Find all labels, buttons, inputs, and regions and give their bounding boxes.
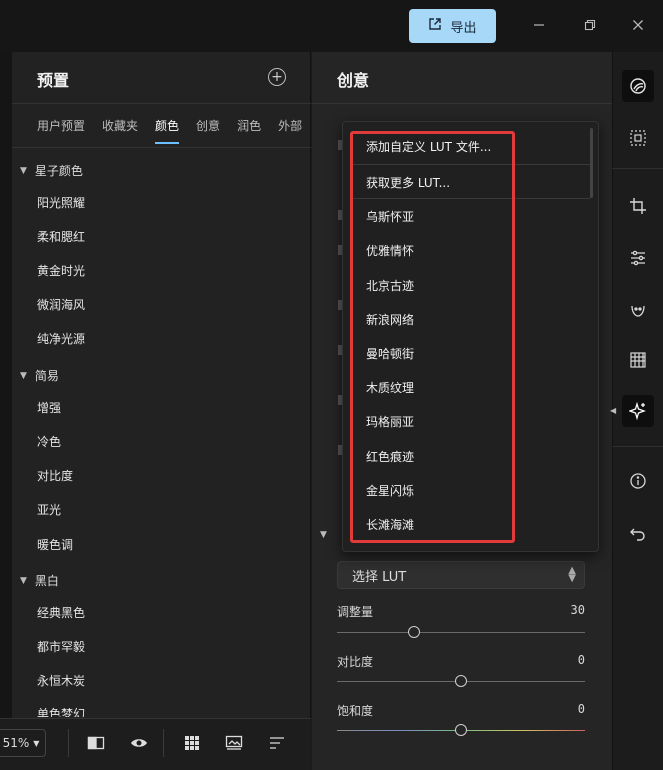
divider (12, 147, 311, 148)
amount-slider-knob[interactable] (407, 626, 420, 638)
amount-slider-track[interactable] (337, 632, 585, 633)
active-tool-marker: ◀ (610, 406, 617, 415)
zoom-value: 51% (2, 736, 30, 750)
tab-creative[interactable]: 创意 (196, 117, 220, 144)
edit-panel-title: 创意 (337, 71, 370, 90)
preset-item[interactable]: 冷色 (37, 433, 61, 450)
divider (612, 168, 663, 169)
preset-group-header[interactable]: ▼ 星子颜色 (20, 162, 83, 179)
add-preset-icon[interactable]: + (268, 68, 286, 86)
lut-select[interactable]: 选择 LUT ▲ ▼ (337, 561, 585, 589)
bottom-toolbar (0, 718, 311, 770)
adjust-sliders-icon[interactable] (622, 242, 654, 274)
divider (163, 729, 164, 757)
group-label: 简易 (34, 369, 59, 383)
export-label: 导出 (450, 20, 477, 36)
contrast-label: 对比度 (337, 655, 374, 669)
amount-label: 调整量 (337, 605, 374, 619)
preset-group-header[interactable]: ▼ 简易 (20, 367, 59, 384)
undo-icon[interactable] (622, 518, 654, 550)
contrast-slider-knob[interactable] (455, 675, 467, 687)
compare-icon[interactable] (87, 734, 105, 752)
preset-item[interactable]: 阳光照耀 (37, 194, 85, 211)
highlight-annotation-box (350, 131, 515, 543)
preset-item[interactable]: 增强 (37, 399, 61, 416)
caret-down-icon: ▼ (20, 370, 27, 381)
caret-down-icon: ▼ (20, 165, 27, 176)
minimize-icon[interactable] (530, 16, 548, 34)
export-button[interactable]: 导出 (409, 9, 496, 43)
preset-tabs: 用户预置 收藏夹 颜色 创意 润色 外部 (37, 117, 311, 144)
tab-external[interactable]: 外部 (278, 117, 302, 144)
preset-item[interactable]: 亚光 (37, 501, 61, 518)
zoom-dropdown[interactable]: 51% ▼ (0, 729, 46, 757)
preset-item[interactable]: 经典黑色 (37, 604, 85, 621)
crop-icon[interactable] (622, 190, 654, 222)
export-icon (428, 17, 442, 35)
auto-adjust-icon[interactable] (622, 122, 654, 154)
divider (312, 103, 612, 104)
grid-icon[interactable] (183, 734, 201, 752)
amount-value[interactable]: 30 (555, 603, 585, 617)
saturation-slider-knob[interactable] (455, 724, 467, 736)
group-label: 黑白 (34, 574, 59, 588)
filmstrip-icon[interactable] (225, 734, 243, 752)
close-icon[interactable] (629, 16, 647, 34)
preset-item[interactable]: 黄金时光 (37, 262, 85, 279)
sort-icon[interactable] (268, 734, 286, 752)
preset-item[interactable]: 都市罕毅 (37, 638, 85, 655)
retouch-icon[interactable] (622, 294, 654, 326)
chevron-updown-icon: ▲ ▼ (568, 565, 576, 584)
canvas-edge (0, 52, 12, 718)
creative-sparkle-icon[interactable] (622, 395, 654, 427)
texture-icon[interactable] (622, 344, 654, 376)
presets-tool-icon[interactable] (622, 70, 654, 102)
tab-color[interactable]: 颜色 (155, 117, 180, 144)
divider (612, 446, 663, 447)
contrast-value[interactable]: 0 (555, 653, 585, 667)
divider (12, 103, 311, 104)
tab-user-presets[interactable]: 用户预置 (37, 117, 85, 144)
chevron-down-icon: ▼ (33, 738, 40, 748)
dropdown-scrollbar[interactable] (590, 128, 593, 198)
preset-item[interactable]: 纯净光源 (37, 330, 85, 347)
caret-down-icon: ▼ (20, 575, 27, 586)
preset-item[interactable]: 柔和腮红 (37, 228, 85, 245)
caret-down-icon[interactable]: ▼ (320, 530, 327, 540)
tab-retouch[interactable]: 润色 (237, 117, 261, 144)
tab-favorites[interactable]: 收藏夹 (102, 117, 138, 144)
group-label: 星子颜色 (34, 164, 83, 178)
divider (68, 729, 69, 757)
preset-group-header[interactable]: ▼ 黑白 (20, 572, 59, 589)
restore-icon[interactable] (581, 16, 599, 34)
preset-item[interactable]: 暖色调 (37, 536, 73, 553)
preset-item[interactable]: 单色梦幻 (37, 705, 85, 717)
saturation-label: 饱和度 (337, 704, 374, 718)
eye-icon[interactable] (130, 734, 148, 752)
lut-select-label: 选择 LUT (352, 569, 407, 585)
presets-title: 预置 (37, 71, 70, 90)
title-bar (0, 0, 663, 52)
info-icon[interactable] (622, 465, 654, 497)
preset-item[interactable]: 对比度 (37, 467, 73, 484)
saturation-value[interactable]: 0 (555, 702, 585, 716)
preset-item[interactable]: 永恒木炭 (37, 672, 85, 689)
preset-item[interactable]: 微润海风 (37, 296, 85, 313)
